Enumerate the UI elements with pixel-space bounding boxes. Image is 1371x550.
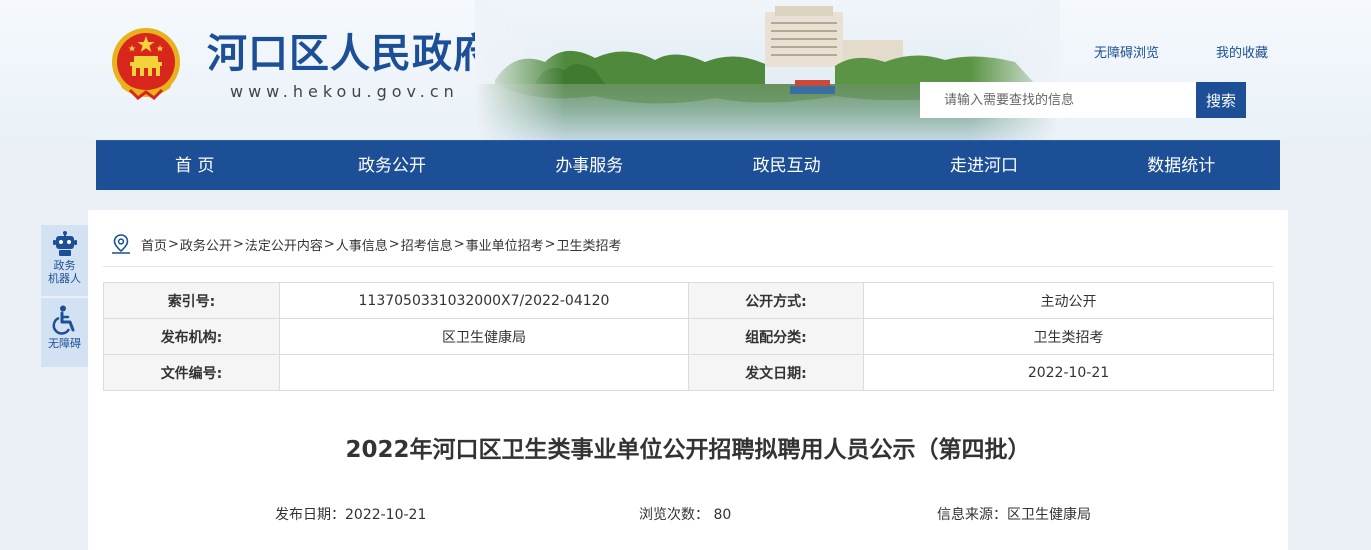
category-value: 卫生类招考 — [863, 318, 1274, 355]
nav-item-interaction[interactable]: 政民互动 — [688, 141, 885, 190]
disclosure-method-value: 主动公开 — [863, 282, 1274, 319]
robot-label-line2: 机器人 — [48, 272, 81, 285]
site-title: 河口区人民政府 — [207, 31, 494, 77]
nav-item-statistics[interactable]: 数据统计 — [1083, 141, 1280, 190]
main-nav: 首 页 政务公开 办事服务 政民互动 走进河口 数据统计 — [96, 140, 1280, 190]
breadcrumb-separator: > — [168, 236, 179, 252]
publish-date: 发布日期：2022-10-21 — [275, 507, 427, 523]
my-favorites-link[interactable]: 我的收藏 — [1216, 42, 1268, 61]
wheelchair-icon — [52, 305, 74, 335]
disclosure-method-label: 公开方式: — [688, 282, 864, 319]
breadcrumb-separator: > — [388, 236, 400, 252]
breadcrumb: 首页 > 政务公开 > 法定公开内容 > 人事信息 > 招考信息 > 事业单位招… — [110, 232, 622, 256]
robot-label-line1: 政务 — [53, 259, 76, 272]
breadcrumb-personnel-info[interactable]: 人事信息 — [336, 235, 388, 254]
national-emblem-icon — [112, 28, 180, 100]
document-meta-table: 索引号: 1137050331032000X7/2022-04120 公开方式:… — [103, 282, 1274, 391]
breadcrumb-separator: > — [453, 236, 465, 252]
issuing-agency-label: 发布机构: — [103, 318, 280, 355]
breadcrumb-statutory-content[interactable]: 法定公开内容 — [245, 235, 323, 254]
accessibility-label: 无障碍 — [48, 337, 81, 350]
breadcrumb-health-recruitment[interactable]: 卫生类招考 — [557, 235, 622, 254]
breadcrumb-gov-affairs[interactable]: 政务公开 — [180, 235, 232, 254]
breadcrumb-separator: > — [323, 236, 335, 252]
info-source: 信息来源：区卫生健康局 — [937, 507, 1091, 523]
nav-item-about-hekou[interactable]: 走进河口 — [885, 141, 1082, 190]
document-number-value — [279, 354, 689, 391]
index-number-label: 索引号: — [103, 282, 280, 319]
table-row: 发布机构: 区卫生健康局 组配分类: 卫生类招考 — [103, 318, 1274, 355]
content-panel: 首页 > 政务公开 > 法定公开内容 > 人事信息 > 招考信息 > 事业单位招… — [88, 210, 1288, 550]
breadcrumb-home[interactable]: 首页 — [141, 235, 167, 254]
header-scenery-image — [475, 0, 1060, 140]
view-count: 浏览次数： 80 — [639, 507, 732, 523]
issue-date-value: 2022-10-21 — [863, 354, 1274, 391]
search-input[interactable] — [920, 82, 1196, 118]
breadcrumb-separator: > — [544, 236, 556, 252]
category-label: 组配分类: — [688, 318, 864, 355]
nav-item-home[interactable]: 首 页 — [96, 141, 293, 190]
table-row: 文件编号: 发文日期: 2022-10-21 — [103, 354, 1274, 391]
issue-date-label: 发文日期: — [688, 354, 864, 391]
search-button[interactable]: 搜索 — [1196, 82, 1246, 118]
site-url: www.hekou.gov.cn — [230, 82, 459, 101]
breadcrumb-divider — [103, 266, 1273, 267]
robot-icon — [52, 231, 77, 256]
document-number-label: 文件编号: — [103, 354, 280, 391]
breadcrumb-separator: > — [232, 236, 244, 252]
location-pin-icon — [112, 234, 130, 254]
nav-item-gov-affairs[interactable]: 政务公开 — [293, 141, 490, 190]
breadcrumb-institution-recruitment[interactable]: 事业单位招考 — [466, 235, 544, 254]
site-header: 河口区人民政府 www.hekou.gov.cn 无障碍浏览 我的收藏 请输入需… — [0, 0, 1371, 140]
table-row: 索引号: 1137050331032000X7/2022-04120 公开方式:… — [103, 282, 1274, 319]
index-number-value: 1137050331032000X7/2022-04120 — [279, 282, 689, 319]
accessible-browse-link[interactable]: 无障碍浏览 — [1094, 42, 1159, 61]
breadcrumb-recruitment-info[interactable]: 招考信息 — [401, 235, 453, 254]
gov-robot-button[interactable]: 政务 机器人 — [41, 225, 88, 296]
issuing-agency-value: 区卫生健康局 — [279, 318, 689, 355]
article-title: 2022年河口区卫生类事业单位公开招聘拟聘用人员公示（第四批） — [345, 437, 1031, 463]
accessibility-side-button[interactable]: 无障碍 — [41, 298, 88, 367]
nav-item-services[interactable]: 办事服务 — [491, 141, 688, 190]
